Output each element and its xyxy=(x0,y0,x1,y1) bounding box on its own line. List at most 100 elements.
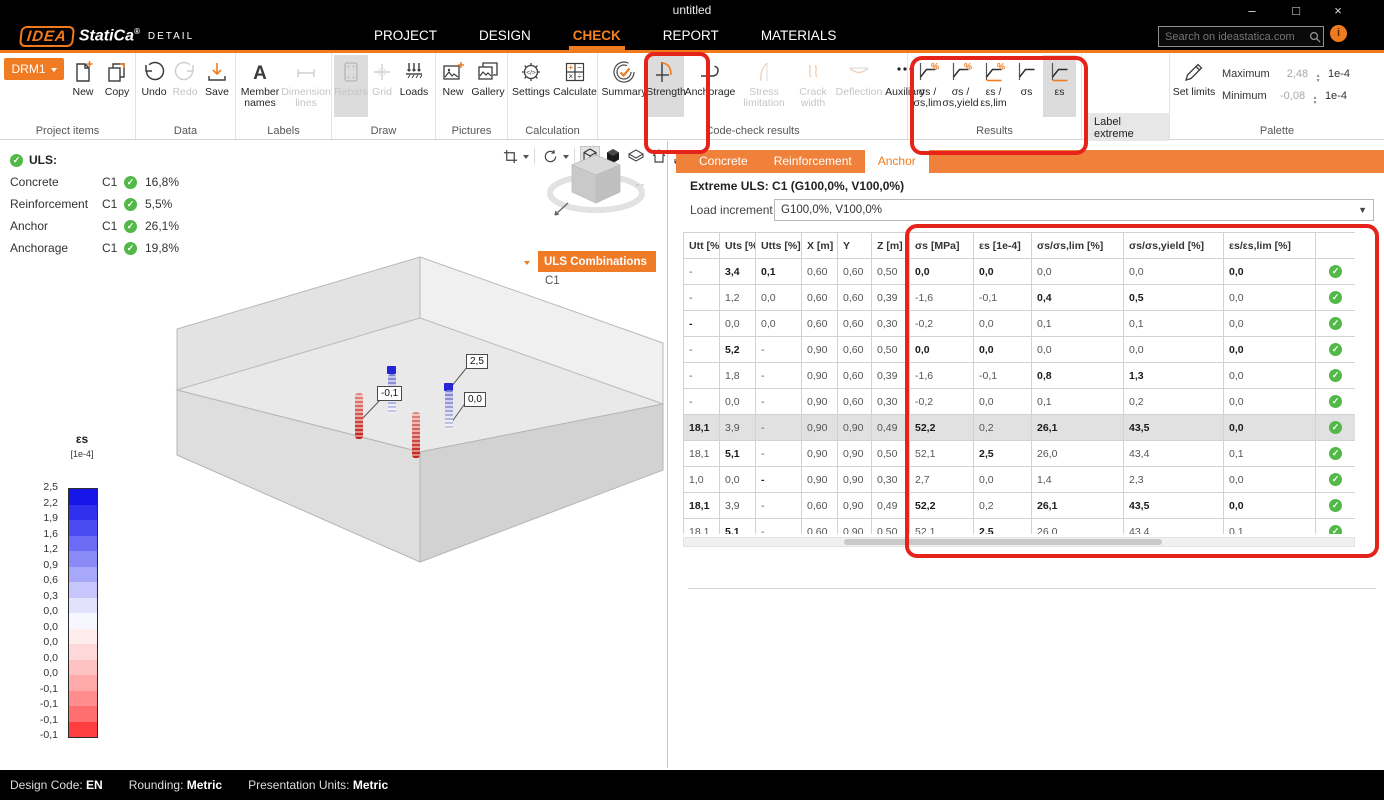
uls-combinations-header[interactable]: ULS Combinations xyxy=(538,251,656,272)
table-row[interactable]: -5,2-0,900,600,500,00,00,00,00,0✓ xyxy=(684,337,1356,363)
check-icon: ✓ xyxy=(1329,395,1342,408)
table-row[interactable]: -1,20,00,600,600,39-1,6-0,10,40,50,0✓ xyxy=(684,285,1356,311)
close-button[interactable]: × xyxy=(1318,0,1358,22)
table-cell: 0,0 xyxy=(1224,285,1316,311)
calculate-button[interactable]: +−×÷ Calculate xyxy=(552,55,598,117)
crop-view-button[interactable] xyxy=(500,146,520,166)
load-increment-select[interactable]: G100,0%, V100,0% ▼ xyxy=(774,199,1374,221)
member-names-button[interactable]: A Member names xyxy=(238,55,282,117)
table-cell: 0,50 xyxy=(872,259,910,285)
table-row[interactable]: 1,00,0-0,900,900,302,70,01,42,30,0✓ xyxy=(684,467,1356,493)
info-icon[interactable]: i xyxy=(1330,25,1347,42)
status-bar-item: Rounding: Metric xyxy=(129,778,222,792)
table-cell: - xyxy=(684,337,720,363)
anchor-bar-4[interactable] xyxy=(445,390,453,429)
group-caption: Pictures xyxy=(436,125,507,137)
scale-color-segment xyxy=(69,691,97,707)
table-row[interactable]: -0,00,00,600,600,30-0,20,00,10,10,0✓ xyxy=(684,311,1356,337)
table-cell: 0,0 xyxy=(1224,337,1316,363)
loads-toggle[interactable]: Loads xyxy=(396,55,432,117)
palette-minimum-row: Minimum -0,08 ▲▼ 1e-4 xyxy=(1222,86,1347,106)
anchor-bar-1[interactable] xyxy=(355,393,363,439)
menu-tab-project[interactable]: PROJECT xyxy=(370,22,441,50)
strength-button[interactable]: Strength xyxy=(648,55,684,117)
minimum-spinner[interactable]: ▲▼ xyxy=(1313,96,1318,106)
table-row[interactable]: 18,13,9-0,900,900,4952,20,226,143,50,0✓ xyxy=(684,415,1356,441)
result-button-label: σs,lim xyxy=(913,98,941,109)
scale-color-segment xyxy=(69,489,97,505)
maximum-value[interactable]: 2,48 xyxy=(1274,68,1308,80)
group-caption: Palette xyxy=(1170,125,1384,137)
uls-summary-row[interactable]: AnchorC1✓26,1% xyxy=(10,215,179,237)
scrollbar-thumb[interactable] xyxy=(844,539,1162,545)
status-bar-item: Presentation Units: Metric xyxy=(248,778,388,792)
table-row[interactable]: -0,0-0,900,600,30-0,20,00,10,20,0✓ xyxy=(684,389,1356,415)
undo-button[interactable]: Undo xyxy=(138,55,170,117)
search-box[interactable] xyxy=(1158,26,1324,47)
maximum-spinner[interactable]: ▲▼ xyxy=(1316,74,1321,84)
table-horizontal-scrollbar[interactable] xyxy=(683,537,1355,547)
table-row[interactable]: -1,8-0,900,600,39-1,6-0,10,81,30,0✓ xyxy=(684,363,1356,389)
check-icon: ✓ xyxy=(1329,291,1342,304)
tab-concrete[interactable]: Concrete xyxy=(686,150,761,173)
anchor-bar-3[interactable] xyxy=(412,412,420,458)
result-ss-sslim-button[interactable]: %σs /σs,lim xyxy=(911,55,944,117)
new-picture-button[interactable]: New xyxy=(438,55,468,117)
scale-tick-labels: 2,52,21,91,61,20,90,60,30,00,00,00,00,0-… xyxy=(18,480,62,744)
result-es-button[interactable]: εs xyxy=(1043,55,1076,117)
combination-item-c1[interactable]: C1 xyxy=(545,275,560,287)
search-input[interactable] xyxy=(1163,30,1309,44)
save-button[interactable]: Save xyxy=(200,55,234,117)
label-extreme-button[interactable]: Label extreme xyxy=(1086,113,1169,143)
new-project-item-button[interactable]: New xyxy=(66,55,100,117)
table-cell: 52,1 xyxy=(910,519,974,535)
svg-text:×: × xyxy=(568,72,573,81)
set-limits-button[interactable]: Set limits xyxy=(1172,55,1216,117)
stress-strain-curve-icon: % xyxy=(917,57,939,87)
svg-text:%: % xyxy=(964,62,972,72)
menu-tab-report[interactable]: REPORT xyxy=(659,22,723,50)
ribbon-group-project-items: DRM1 New Copy Project items xyxy=(0,53,136,139)
chevron-down-icon[interactable] xyxy=(524,261,530,268)
result-ss-ssyield-button[interactable]: %σs /σs,yield xyxy=(944,55,977,117)
table-cell: 52,1 xyxy=(910,441,974,467)
menu-tab-design[interactable]: DESIGN xyxy=(475,22,535,50)
tab-anchor[interactable]: Anchor xyxy=(865,150,929,173)
uls-summary-row[interactable]: ConcreteC1✓16,8% xyxy=(10,171,179,193)
anchorage-button[interactable]: Anchorage xyxy=(684,55,736,117)
minimize-button[interactable]: – xyxy=(1232,0,1272,22)
menu-tab-materials[interactable]: MATERIALS xyxy=(757,22,841,50)
result-es-eslim-button[interactable]: %εs /εs,lim xyxy=(977,55,1010,117)
table-cell: 0,2 xyxy=(974,493,1032,519)
restore-button[interactable]: □ xyxy=(1276,0,1316,22)
uls-summary-row[interactable]: AnchorageC1✓19,8% xyxy=(10,237,179,259)
navigation-cube[interactable] xyxy=(538,141,658,229)
table-cell: 0,60 xyxy=(838,259,872,285)
table-cell: 43,5 xyxy=(1124,493,1224,519)
panel-divider xyxy=(688,588,1376,589)
table-row[interactable]: -3,40,10,600,600,500,00,00,00,00,0✓ xyxy=(684,259,1356,285)
loads-icon xyxy=(402,57,426,87)
gallery-button[interactable]: Gallery xyxy=(468,55,508,117)
result-ss-button[interactable]: σs xyxy=(1010,55,1043,117)
uls-summary-row[interactable]: ReinforcementC1✓5,5% xyxy=(10,193,179,215)
ribbon-group-pictures: New Gallery Pictures xyxy=(436,53,508,139)
settings-button[interactable]: </> Settings xyxy=(510,55,552,117)
table-status-cell: ✓ xyxy=(1316,441,1356,467)
table-row[interactable]: 18,15,1-0,600,900,5052,12,526,043,40,1✓ xyxy=(684,519,1356,535)
3d-viewport[interactable]: 2,5 -0,1 0,0 ✓ ULS: ConcreteC1✓16,8%Rein… xyxy=(0,141,668,768)
table-row[interactable]: 18,15,1-0,900,900,5052,12,526,043,40,1✓ xyxy=(684,441,1356,467)
group-caption: Labels xyxy=(236,125,331,137)
copy-button[interactable]: Copy xyxy=(100,55,134,117)
table-row[interactable]: 18,13,9-0,600,900,4952,20,226,143,50,0✓ xyxy=(684,493,1356,519)
table-cell: 0,39 xyxy=(872,285,910,311)
menu-tab-check[interactable]: CHECK xyxy=(569,22,625,50)
table-cell: 0,60 xyxy=(838,363,872,389)
chevron-down-icon[interactable] xyxy=(523,155,529,162)
minimum-value[interactable]: -0,08 xyxy=(1271,90,1305,102)
table-cell: 0,90 xyxy=(802,415,838,441)
project-item-selector[interactable]: DRM1 xyxy=(4,58,64,80)
summary-button[interactable]: Summary xyxy=(600,55,648,117)
strength-curve-icon xyxy=(654,57,678,87)
tab-reinforcement[interactable]: Reinforcement xyxy=(761,150,865,173)
